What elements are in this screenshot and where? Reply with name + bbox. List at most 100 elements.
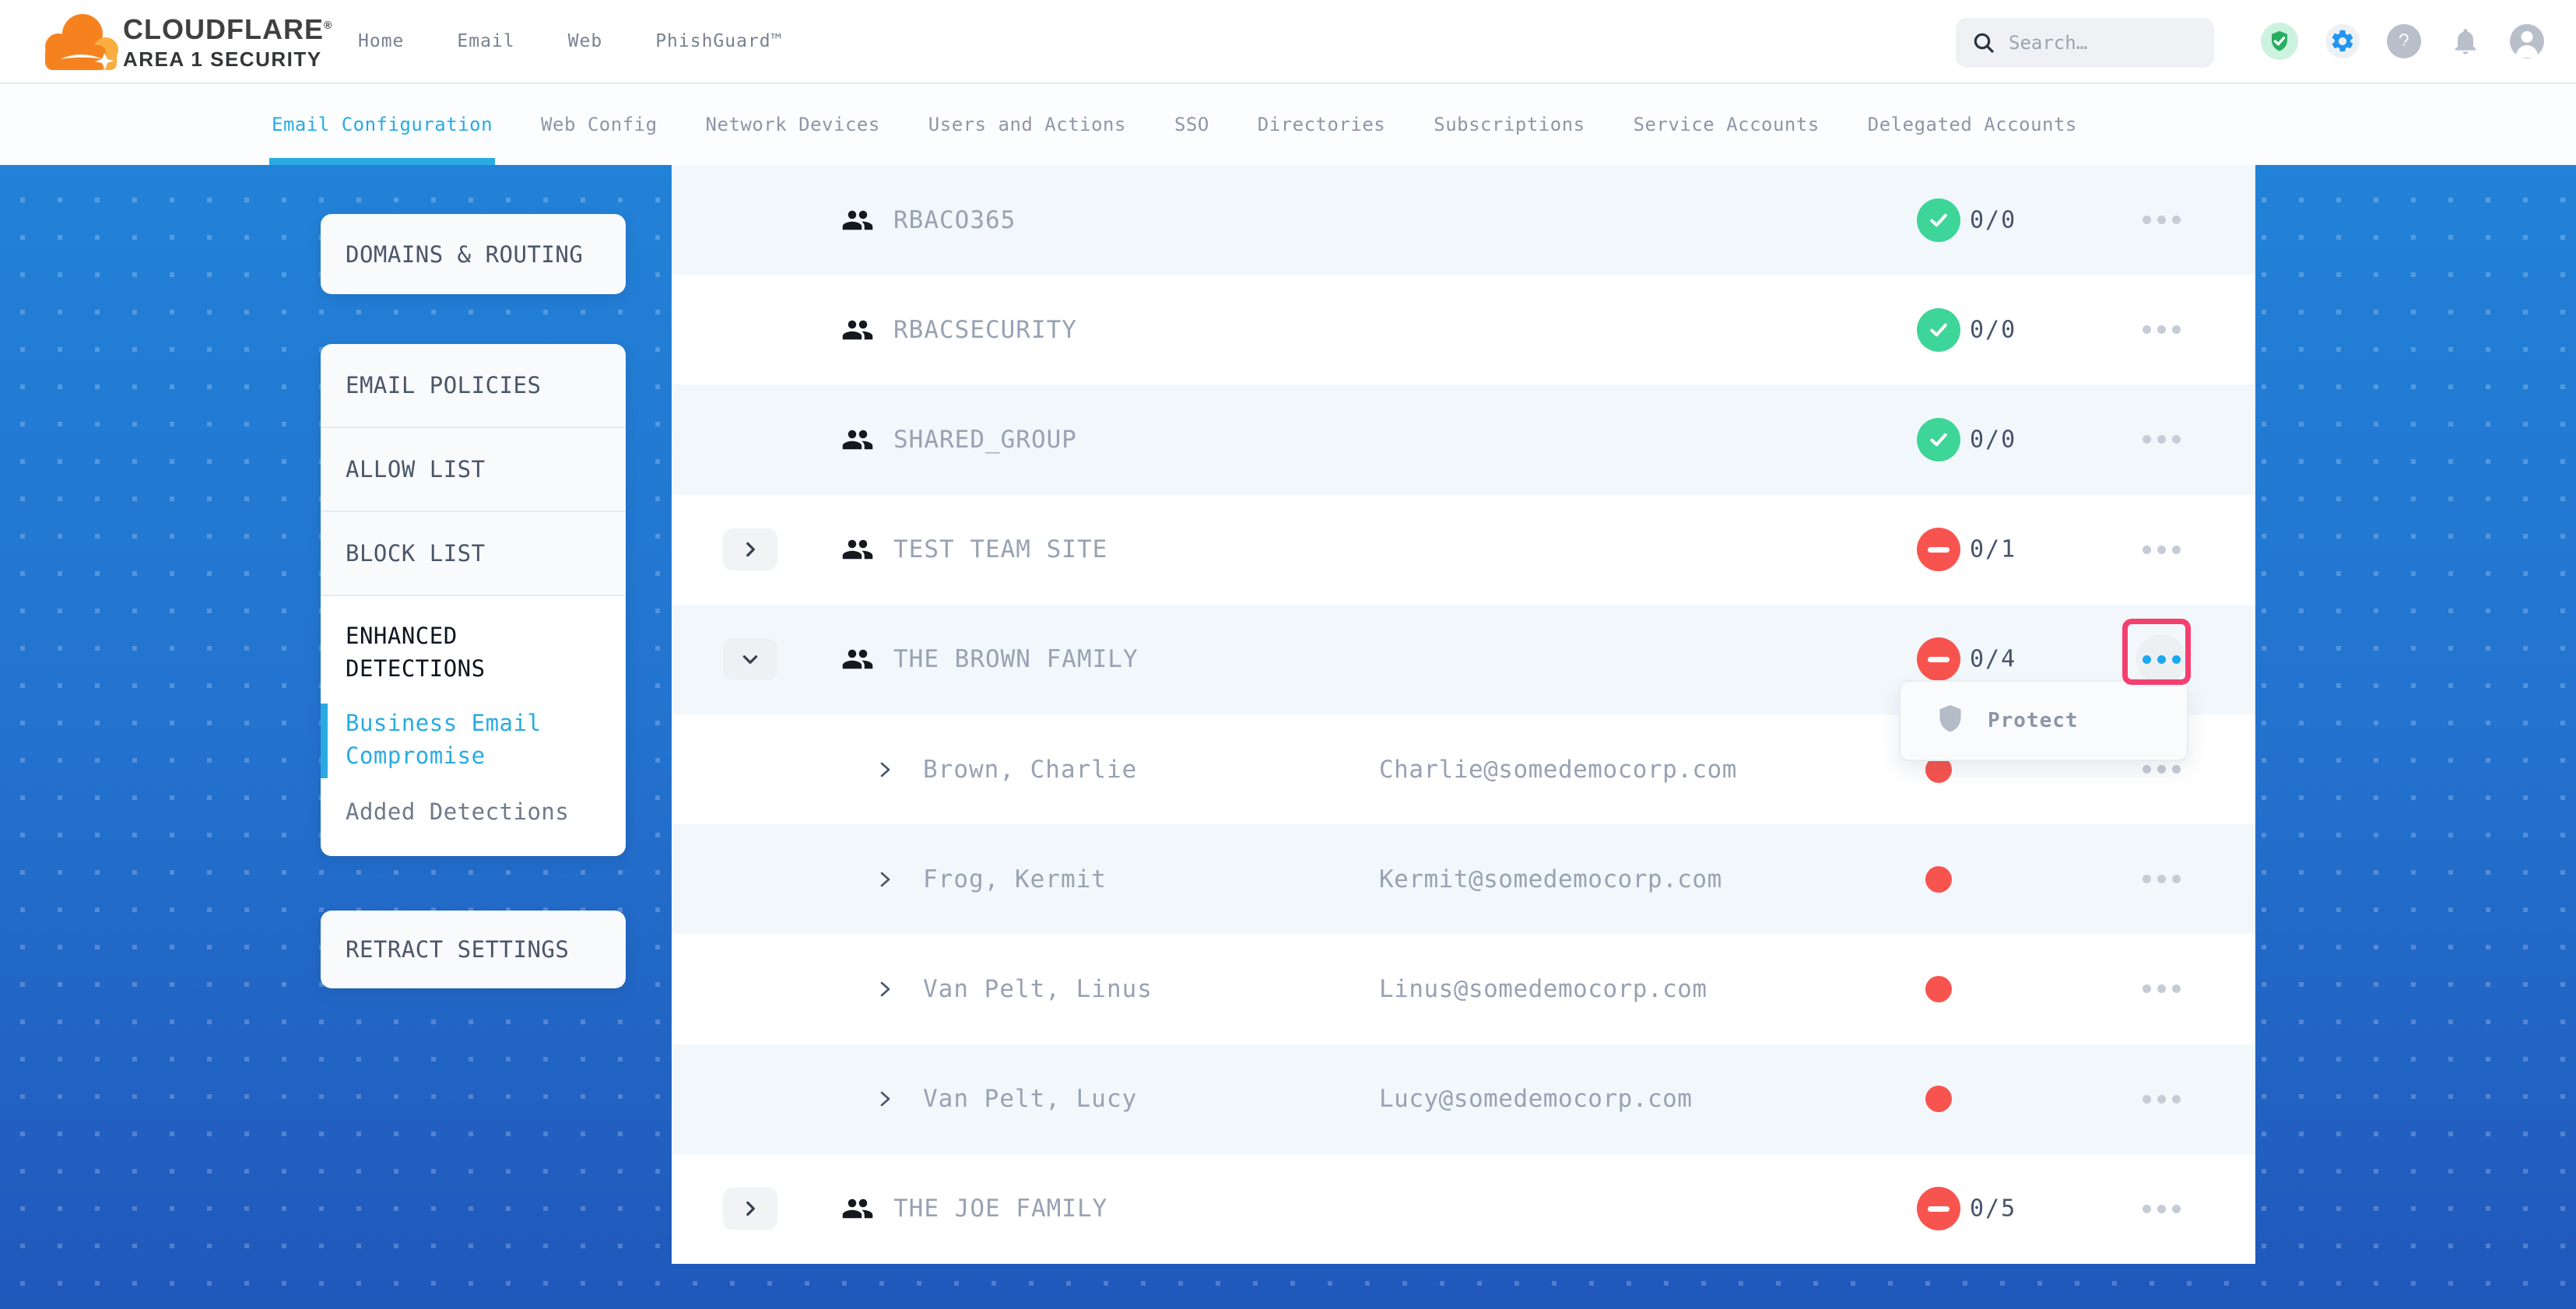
group-icon (841, 533, 874, 566)
status-blocked-icon (1917, 528, 1960, 571)
tab-directories[interactable]: Directories (1258, 84, 1385, 165)
sidebar-item-retract-settings[interactable]: RETRACT SETTINGS (321, 911, 626, 988)
brand-registered-mark: ® (324, 19, 332, 31)
domains-routing-label: DOMAINS & ROUTING (321, 241, 626, 268)
status-dot (1917, 858, 1960, 901)
row-menu-button[interactable] (2136, 855, 2186, 904)
sidebar-item-business-email-compromise[interactable]: Business Email Compromise (321, 707, 626, 772)
status-ok-icon (1917, 198, 1960, 242)
row-name: Frog, Kermit (923, 865, 1107, 893)
expander-button[interactable] (723, 1188, 777, 1230)
status-blocked-icon (1917, 637, 1960, 681)
tab-email-configuration[interactable]: Email Configuration (272, 84, 493, 165)
brand-subtitle: AREA 1 SECURITY (123, 47, 332, 71)
table-row: THE JOE FAMILY 0/5 (672, 1154, 2255, 1264)
header-icons (2261, 0, 2544, 82)
account-body-shape (2516, 45, 2538, 58)
sidebar-item-added-detections[interactable]: Added Detections (321, 795, 626, 828)
minus-shape (1928, 1206, 1950, 1212)
app-header: CLOUDFLARE® AREA 1 SECURITY Home Email W… (0, 0, 2576, 82)
tab-network-devices[interactable]: Network Devices (706, 84, 880, 165)
row-name: Van Pelt, Linus (923, 975, 1153, 1003)
sidebar-item-allow-list[interactable]: ALLOW LIST (321, 428, 626, 512)
shield-check-icon[interactable] (2261, 23, 2298, 60)
tab-subscriptions[interactable]: Subscriptions (1434, 84, 1585, 165)
row-count: 0/0 (1970, 206, 2016, 233)
expander-button[interactable] (723, 638, 777, 680)
sidebar-item-enhanced-detections[interactable]: ENHANCED DETECTIONS (321, 619, 626, 685)
row-name: TEST TEAM SITE (893, 535, 1107, 563)
notifications-bell-icon[interactable] (2448, 24, 2483, 58)
row-menu-button[interactable] (2136, 195, 2186, 245)
member-chevron-icon (876, 870, 894, 889)
tab-users-and-actions[interactable]: Users and Actions (928, 84, 1126, 165)
table-row: Van Pelt, Linus Linus@somedemocorp.com (672, 934, 2255, 1044)
row-name: Brown, Charlie (923, 756, 1137, 784)
nav-link-home[interactable]: Home (358, 31, 404, 51)
minus-shape (1928, 657, 1950, 662)
status-dot (1917, 967, 1960, 1011)
status-ok-icon (1917, 418, 1960, 461)
status-ok-icon (1917, 308, 1960, 352)
group-icon (841, 423, 874, 456)
nav-link-phishguard[interactable]: PhishGuard™ (655, 31, 782, 51)
table-row: RBACO365 0/0 (672, 165, 2255, 275)
row-menu-button[interactable] (2136, 305, 2186, 355)
table-row: SHARED_GROUP 0/0 (672, 384, 2255, 494)
row-email: Linus@somedemocorp.com (1379, 975, 1707, 1003)
row-menu-button[interactable] (2136, 964, 2186, 1014)
sidebar-group-enhanced-detections: ENHANCED DETECTIONS Business Email Compr… (321, 596, 626, 856)
row-menu-button[interactable] (2136, 525, 2186, 574)
expander-button[interactable] (723, 528, 777, 570)
sidebar-policies-card: EMAIL POLICIES ALLOW LIST BLOCK LIST ENH… (321, 344, 626, 856)
tab-sso[interactable]: SSO (1174, 84, 1209, 165)
cloudflare-logo-icon (37, 5, 125, 81)
row-count: 0/0 (1970, 316, 2016, 343)
tab-service-accounts[interactable]: Service Accounts (1634, 84, 1820, 165)
sidebar-item-block-list[interactable]: BLOCK LIST (321, 512, 626, 596)
app-background: CLOUDFLARE® AREA 1 SECURITY Home Email W… (0, 0, 2576, 1309)
row-name: THE JOE FAMILY (893, 1195, 1107, 1223)
search-box (1956, 18, 2214, 68)
search-input[interactable] (2009, 32, 2195, 54)
protect-menu-item[interactable]: Protect (1900, 704, 2187, 738)
row-count: 0/1 (1970, 536, 2016, 563)
row-menu-button[interactable] (2136, 1184, 2186, 1234)
settings-gear-icon[interactable] (2325, 24, 2360, 58)
group-icon (841, 204, 874, 237)
row-count: 0/5 (1970, 1195, 2016, 1223)
group-icon (841, 314, 874, 346)
group-icon (841, 643, 874, 676)
row-name: THE BROWN FAMILY (893, 645, 1139, 673)
row-name: RBACSECURITY (893, 316, 1077, 344)
status-dot (1917, 1077, 1960, 1121)
row-name: Van Pelt, Lucy (923, 1085, 1137, 1113)
row-count: 0/4 (1970, 646, 2016, 673)
account-head-shape (2522, 31, 2533, 43)
row-email: Lucy@somedemocorp.com (1379, 1085, 1692, 1113)
tab-bar: Email Configuration Web Config Network D… (0, 82, 2576, 165)
sidebar-item-domains-routing[interactable]: DOMAINS & ROUTING (321, 214, 626, 294)
row-menu-button[interactable] (2136, 1074, 2186, 1124)
row-menu-button[interactable] (2136, 415, 2186, 465)
member-chevron-icon (876, 1090, 894, 1108)
table-row: RBACSECURITY 0/0 (672, 275, 2255, 384)
row-menu-button[interactable] (2136, 634, 2186, 684)
row-email: Kermit@somedemocorp.com (1379, 865, 1722, 893)
status-blocked-icon (1917, 1187, 1960, 1230)
help-icon[interactable] (2387, 24, 2421, 58)
sidebar-item-email-policies[interactable]: EMAIL POLICIES (321, 344, 626, 428)
account-icon[interactable] (2510, 24, 2544, 58)
search-icon (1971, 30, 1996, 55)
row-name: RBACO365 (893, 206, 1016, 234)
table-row: Van Pelt, Lucy Lucy@somedemocorp.com (672, 1044, 2255, 1154)
nav-link-web[interactable]: Web (568, 31, 603, 51)
group-icon (841, 1192, 874, 1225)
protect-menu: Protect (1899, 680, 2188, 761)
tab-web-config[interactable]: Web Config (541, 84, 658, 165)
member-chevron-icon (876, 980, 894, 998)
table-row: Frog, Kermit Kermit@somedemocorp.com (672, 824, 2255, 934)
nav-link-email[interactable]: Email (457, 31, 514, 51)
tab-delegated-accounts[interactable]: Delegated Accounts (1868, 84, 2077, 165)
minus-shape (1928, 547, 1950, 553)
